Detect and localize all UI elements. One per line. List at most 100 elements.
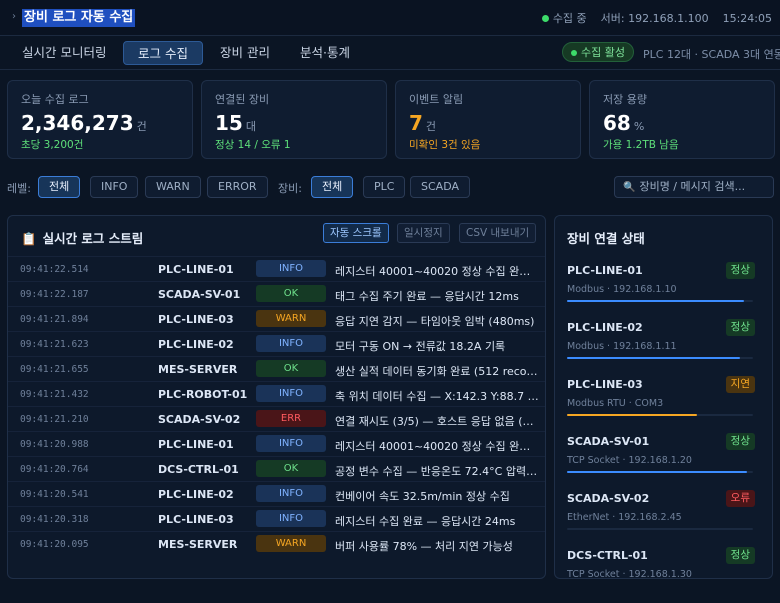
log-timestamp: 09:41:20.541 [20, 489, 89, 500]
search-icon: 🔍 [623, 182, 636, 193]
top-bar: › 장비 로그 자동 수집 수집 중 서버: 192.168.1.100 15:… [0, 0, 780, 36]
device-signal-bar [567, 414, 753, 416]
log-level-badge: WARN [256, 310, 326, 327]
auto-scroll-button[interactable]: 자동 스크롤 [323, 223, 389, 243]
search-input[interactable]: 🔍 장비명 / 메시지 검색... [614, 176, 774, 198]
log-timestamp: 09:41:21.432 [20, 389, 89, 400]
log-level-badge: WARN [256, 535, 326, 552]
device-card[interactable]: DCS-CTRL-01 정상 TCP Socket · 192.168.1.30 [555, 541, 772, 579]
device-card[interactable]: PLC-LINE-01 정상 Modbus · 192.168.1.10 [555, 256, 772, 313]
log-level-badge: INFO [256, 385, 326, 402]
log-row[interactable]: 09:41:21.210 SCADA-SV-02 ERR 연결 재시도 (3/5) —… [8, 406, 545, 431]
log-row[interactable]: 09:41:20.988 PLC-LINE-01 INFO 레지스터 40001~40… [8, 431, 545, 456]
device-signal-fill [567, 414, 698, 416]
device-card[interactable]: PLC-LINE-02 정상 Modbus · 192.168.1.11 [555, 313, 772, 370]
device-signal-fill [567, 357, 740, 359]
tab-analytics[interactable]: 분석·통계 [286, 41, 364, 65]
device-connection-info: EtherNet · 192.168.2.45 [567, 512, 682, 523]
filter-bar: 레벨: 전체 INFO WARN ERROR 장비: 전체 PLC SCADA … [0, 174, 780, 200]
log-level-badge: OK [256, 360, 326, 377]
stat-label: 저장 용량 [603, 93, 647, 106]
tab-realtime-monitoring[interactable]: 실시간 모니터링 [8, 41, 120, 65]
device-name: SCADA-SV-02 [567, 492, 650, 505]
stat-sub: 미확인 3건 있음 [409, 139, 481, 151]
log-message: 레지스터 40001~40020 정상 수집 완료 (20 points) [335, 440, 540, 453]
log-timestamp: 09:41:21.894 [20, 314, 89, 325]
device-filter-scada[interactable]: SCADA [410, 176, 470, 198]
device-card[interactable]: SCADA-SV-02 오류 EtherNet · 192.168.2.45 [555, 484, 772, 541]
log-message: 태그 수집 주기 완료 — 응답시간 12ms [335, 290, 519, 303]
device-filter-all[interactable]: 전체 [311, 176, 354, 198]
device-name: SCADA-SV-01 [567, 435, 650, 448]
tab-log-collection[interactable]: 로그 수집 [123, 41, 203, 65]
log-row[interactable]: 09:41:21.655 MES-SERVER OK 생산 실적 데이터 동기화 완료… [8, 356, 545, 381]
level-filter-warn[interactable]: WARN [145, 176, 201, 198]
log-row[interactable]: 09:41:20.318 PLC-LINE-03 INFO 레지스터 수집 완료 — … [8, 506, 545, 531]
stat-card-devices: 연결된 장비 15 대 정상 14 / 오류 1 [201, 80, 387, 159]
log-device: PLC-LINE-03 [158, 313, 234, 326]
device-card[interactable]: PLC-LINE-03 지연 Modbus RTU · COM3 [555, 370, 772, 427]
log-stream-panel: 📋 실시간 로그 스트림 자동 스크롤 일시정지 CSV 내보내기 09:41:2… [7, 215, 546, 579]
log-message: 모터 구동 ON → 전류값 18.2A 기록 [335, 340, 506, 353]
log-device: PLC-LINE-01 [158, 438, 234, 451]
nav-bar: 실시간 모니터링 로그 수집 장비 관리 분석·통계 수집 활성 PLC 12대… [0, 36, 780, 70]
server-status: 수집 중 서버: 192.168.1.100 15:24:05 [541, 10, 772, 26]
log-timestamp: 09:41:21.623 [20, 339, 89, 350]
log-level-badge: INFO [256, 510, 326, 527]
log-level-badge: OK [256, 285, 326, 302]
stat-value: 15 대 [215, 111, 256, 135]
device-status-panel: 장비 연결 상태 PLC-LINE-01 정상 Modbus · 192.168.1… [554, 215, 773, 579]
chevron-right-icon[interactable]: › [12, 11, 16, 22]
log-message: 레지스터 40001~40020 정상 수집 완료 (20 points) [335, 265, 540, 278]
log-row[interactable]: 09:41:21.894 PLC-LINE-03 WARN 응답 지연 감지 — 타임… [8, 306, 545, 331]
device-connection-info: Modbus · 192.168.1.10 [567, 284, 677, 295]
log-level-badge: INFO [256, 260, 326, 277]
device-panel-title: 장비 연결 상태 [567, 231, 645, 246]
pause-button[interactable]: 일시정지 [397, 223, 450, 243]
log-level-badge: INFO [256, 485, 326, 502]
log-device: PLC-LINE-03 [158, 513, 234, 526]
log-timestamp: 09:41:20.095 [20, 539, 89, 550]
clock: 15:24:05 [722, 11, 772, 25]
log-timestamp: 09:41:22.187 [20, 289, 89, 300]
device-connection-info: TCP Socket · 192.168.1.20 [567, 455, 692, 466]
log-timestamp: 09:41:21.210 [20, 414, 89, 425]
integration-info: PLC 12대 · SCADA 3대 연동 [643, 48, 780, 61]
log-level-badge: OK [256, 460, 326, 477]
device-filter-plc[interactable]: PLC [363, 176, 406, 198]
stat-sub: 가용 1.2TB 남음 [603, 139, 679, 151]
log-row[interactable]: 09:41:22.514 PLC-LINE-01 INFO 레지스터 40001~40… [8, 256, 545, 281]
log-message: 응답 지연 감지 — 타임아웃 임박 (480ms) [335, 315, 535, 328]
stat-card-storage: 저장 용량 68% 가용 1.2TB 남음 [589, 80, 775, 159]
log-row[interactable]: 09:41:22.187 SCADA-SV-01 OK 태그 수집 주기 완료 — 응… [8, 281, 545, 306]
level-filter-info[interactable]: INFO [90, 176, 139, 198]
level-filter-all[interactable]: 전체 [38, 176, 81, 198]
status-dot-icon [541, 15, 549, 22]
level-filter-error[interactable]: ERROR [207, 176, 268, 198]
log-timestamp: 09:41:22.514 [20, 264, 89, 275]
log-row[interactable]: 09:41:20.095 MES-SERVER WARN 버퍼 사용률 78% — 처… [8, 531, 545, 556]
tab-device-management[interactable]: 장비 관리 [206, 41, 284, 65]
log-timestamp: 09:41:20.318 [20, 514, 89, 525]
log-row[interactable]: 09:41:20.541 PLC-LINE-02 INFO 컨베이어 속도 32.5m… [8, 481, 545, 506]
csv-export-button[interactable]: CSV 내보내기 [459, 223, 537, 243]
active-dot-icon [571, 50, 577, 56]
log-message: 레지스터 수집 완료 — 응답시간 24ms [335, 515, 516, 528]
log-device: PLC-LINE-02 [158, 488, 234, 501]
device-connection-info: Modbus RTU · COM3 [567, 398, 664, 409]
app-title: 장비 로그 자동 수집 [22, 9, 136, 27]
device-signal-fill [567, 300, 744, 302]
log-device: DCS-CTRL-01 [158, 463, 239, 476]
device-connection-info: TCP Socket · 192.168.1.30 [567, 569, 692, 579]
device-name: PLC-LINE-01 [567, 264, 643, 277]
device-card[interactable]: SCADA-SV-01 정상 TCP Socket · 192.168.1.20 [555, 427, 772, 484]
stat-card-logs: 오늘 수집 로그 2,346,273 건 초당 3,200건 [7, 80, 193, 159]
log-device: MES-SERVER [158, 363, 238, 376]
device-status-badge: 정상 [725, 433, 755, 450]
log-row[interactable]: 09:41:21.623 PLC-LINE-02 INFO 모터 구동 ON → 전류… [8, 331, 545, 356]
collecting-status: 수집 중 [541, 10, 587, 26]
log-message: 공정 변수 수집 — 반응온도 72.4°C 압력 1.2bar [335, 465, 540, 478]
log-row[interactable]: 09:41:20.764 DCS-CTRL-01 OK 공정 변수 수집 — 반응온도… [8, 456, 545, 481]
log-row[interactable]: 09:41:21.432 PLC-ROBOT-01 INFO 축 위치 데이터 수집 … [8, 381, 545, 406]
log-message: 버퍼 사용률 78% — 처리 지연 가능성 [335, 540, 513, 553]
